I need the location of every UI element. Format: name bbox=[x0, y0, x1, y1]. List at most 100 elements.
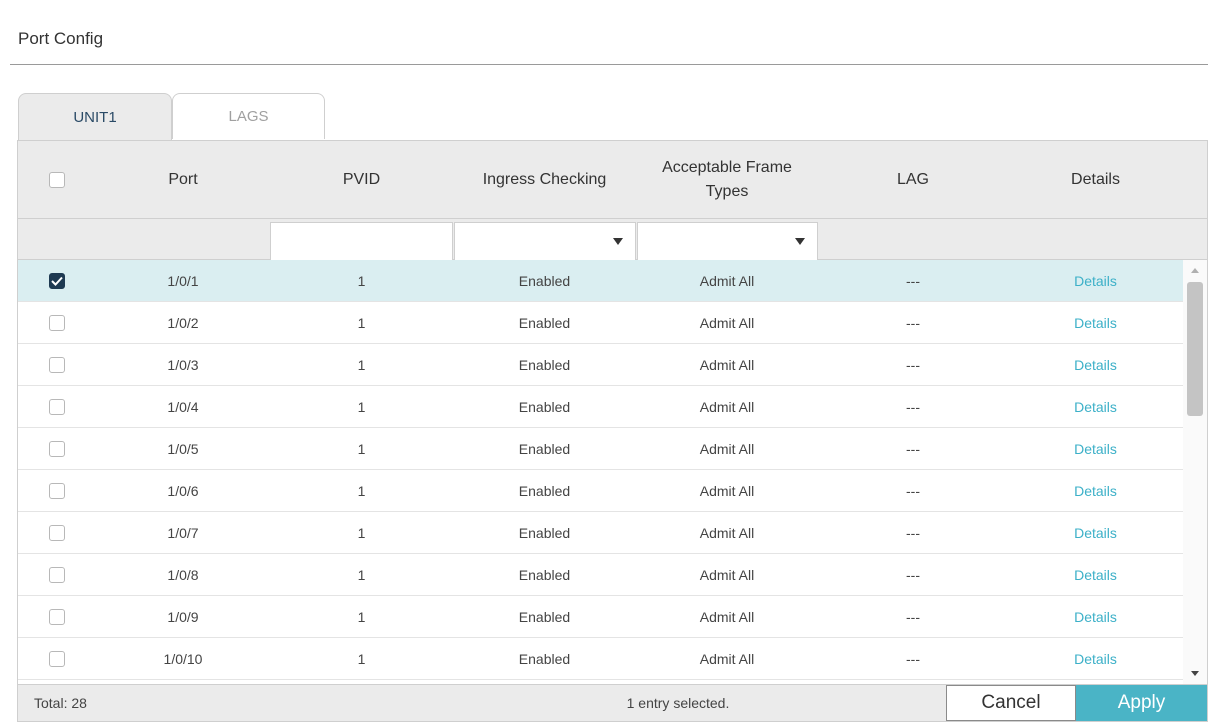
row-checkbox[interactable] bbox=[49, 609, 65, 625]
lag-cell: --- bbox=[906, 399, 920, 415]
table-body: 1/0/1 1 Enabled Admit All --- Details 1/… bbox=[18, 260, 1183, 684]
pvid-cell: 1 bbox=[357, 315, 366, 331]
column-header-lag[interactable]: LAG bbox=[818, 141, 1008, 219]
unit-tabs: UNIT1 LAGS bbox=[18, 93, 1208, 141]
cancel-button[interactable]: Cancel bbox=[946, 685, 1076, 721]
pvid-cell: 1 bbox=[357, 273, 366, 289]
row-select-cell bbox=[18, 344, 96, 386]
table-footer: Total: 28 1 entry selected. Cancel Apply bbox=[18, 684, 1207, 721]
apply-button[interactable]: Apply bbox=[1076, 685, 1207, 721]
details-link[interactable]: Details bbox=[1074, 567, 1117, 583]
column-header-acceptable-frame-types[interactable]: Acceptable Frame Types bbox=[636, 141, 818, 219]
port-cell: 1/0/5 bbox=[167, 441, 199, 457]
table-row[interactable]: 1/0/2 1 Enabled Admit All --- Details bbox=[18, 302, 1183, 344]
table-header: Port PVID Ingress Checking Acceptable Fr… bbox=[18, 141, 1207, 219]
table-row[interactable]: 1/0/4 1 Enabled Admit All --- Details bbox=[18, 386, 1183, 428]
frame-types-cell: Admit All bbox=[699, 315, 755, 331]
frame-types-cell: Admit All bbox=[699, 609, 755, 625]
table-row[interactable]: 1/0/1 1 Enabled Admit All --- Details bbox=[18, 260, 1183, 302]
section-title: Port Config bbox=[18, 29, 104, 48]
details-link[interactable]: Details bbox=[1074, 357, 1117, 373]
table-row[interactable]: 1/0/6 1 Enabled Admit All --- Details bbox=[18, 470, 1183, 512]
lag-cell: --- bbox=[906, 273, 920, 289]
total-count: Total: 28 bbox=[34, 695, 87, 711]
table-row[interactable]: 1/0/5 1 Enabled Admit All --- Details bbox=[18, 428, 1183, 470]
column-header-pvid[interactable]: PVID bbox=[270, 141, 453, 219]
details-link[interactable]: Details bbox=[1074, 651, 1117, 667]
details-link[interactable]: Details bbox=[1074, 483, 1117, 499]
details-link[interactable]: Details bbox=[1074, 609, 1117, 625]
ingress-checking-cell: Enabled bbox=[518, 651, 571, 667]
details-cell: Details bbox=[1008, 470, 1183, 512]
row-checkbox[interactable] bbox=[49, 315, 65, 331]
pvid-cell: 1 bbox=[357, 651, 366, 667]
pvid-cell: 1 bbox=[357, 399, 366, 415]
port-config-table: Port PVID Ingress Checking Acceptable Fr… bbox=[17, 140, 1208, 722]
row-select-cell bbox=[18, 470, 96, 512]
row-checkbox[interactable] bbox=[49, 357, 65, 373]
details-cell: Details bbox=[1008, 512, 1183, 554]
table-row[interactable]: 1/0/7 1 Enabled Admit All --- Details bbox=[18, 512, 1183, 554]
tab-lags[interactable]: LAGS bbox=[172, 93, 325, 139]
dropdown-arrow-icon bbox=[795, 238, 805, 245]
select-all-checkbox[interactable] bbox=[49, 172, 65, 188]
row-checkbox[interactable] bbox=[49, 441, 65, 457]
row-select-cell bbox=[18, 260, 96, 302]
row-checkbox[interactable] bbox=[49, 651, 65, 667]
filter-row bbox=[18, 219, 1207, 260]
details-link[interactable]: Details bbox=[1074, 315, 1117, 331]
table-row[interactable]: 1/0/3 1 Enabled Admit All --- Details bbox=[18, 344, 1183, 386]
tab-unit1[interactable]: UNIT1 bbox=[18, 93, 172, 140]
port-cell: 1/0/4 bbox=[167, 399, 199, 415]
details-link[interactable]: Details bbox=[1074, 273, 1117, 289]
frame-types-cell: Admit All bbox=[699, 357, 755, 373]
ingress-checking-cell: Enabled bbox=[518, 609, 571, 625]
frame-types-cell: Admit All bbox=[699, 273, 755, 289]
selection-status: 1 entry selected. bbox=[626, 695, 730, 711]
details-link[interactable]: Details bbox=[1074, 441, 1117, 457]
details-cell: Details bbox=[1008, 428, 1183, 470]
ingress-checking-cell: Enabled bbox=[518, 273, 571, 289]
lag-cell: --- bbox=[906, 609, 920, 625]
row-select-cell bbox=[18, 554, 96, 596]
scroll-up-icon[interactable] bbox=[1191, 268, 1199, 273]
frame-types-cell: Admit All bbox=[699, 567, 755, 583]
pvid-cell: 1 bbox=[357, 609, 366, 625]
pvid-filter-input[interactable] bbox=[270, 222, 453, 260]
row-select-cell bbox=[18, 386, 96, 428]
row-checkbox[interactable] bbox=[49, 399, 65, 415]
table-row[interactable]: 1/0/10 1 Enabled Admit All --- Details bbox=[18, 638, 1183, 680]
port-cell: 1/0/9 bbox=[167, 609, 199, 625]
vertical-scrollbar[interactable] bbox=[1183, 260, 1207, 684]
row-checkbox[interactable] bbox=[49, 483, 65, 499]
details-link[interactable]: Details bbox=[1074, 399, 1117, 415]
scroll-thumb[interactable] bbox=[1187, 282, 1203, 416]
details-cell: Details bbox=[1008, 302, 1183, 344]
ingress-checking-cell: Enabled bbox=[518, 399, 571, 415]
port-cell: 1/0/6 bbox=[167, 483, 199, 499]
frame-types-cell: Admit All bbox=[699, 483, 755, 499]
ingress-checking-cell: Enabled bbox=[518, 525, 571, 541]
frame-types-cell: Admit All bbox=[699, 441, 755, 457]
details-link[interactable]: Details bbox=[1074, 525, 1117, 541]
row-checkbox[interactable] bbox=[49, 567, 65, 583]
table-row[interactable]: 1/0/8 1 Enabled Admit All --- Details bbox=[18, 554, 1183, 596]
ingress-checking-cell: Enabled bbox=[518, 315, 571, 331]
port-cell: 1/0/1 bbox=[167, 273, 199, 289]
ingress-checking-filter-select[interactable] bbox=[454, 222, 636, 260]
frame-types-filter-select[interactable] bbox=[637, 222, 818, 260]
details-cell: Details bbox=[1008, 596, 1183, 638]
lag-cell: --- bbox=[906, 525, 920, 541]
ingress-checking-cell: Enabled bbox=[518, 483, 571, 499]
row-select-cell bbox=[18, 302, 96, 344]
scroll-down-icon[interactable] bbox=[1191, 671, 1199, 676]
frame-types-cell: Admit All bbox=[699, 525, 755, 541]
row-checkbox[interactable] bbox=[49, 273, 65, 289]
table-row[interactable]: 1/0/9 1 Enabled Admit All --- Details bbox=[18, 596, 1183, 638]
column-header-port[interactable]: Port bbox=[96, 141, 270, 219]
details-cell: Details bbox=[1008, 260, 1183, 302]
row-checkbox[interactable] bbox=[49, 525, 65, 541]
ingress-checking-cell: Enabled bbox=[518, 567, 571, 583]
column-header-ingress-checking[interactable]: Ingress Checking bbox=[453, 141, 636, 219]
select-all-cell bbox=[18, 141, 96, 219]
